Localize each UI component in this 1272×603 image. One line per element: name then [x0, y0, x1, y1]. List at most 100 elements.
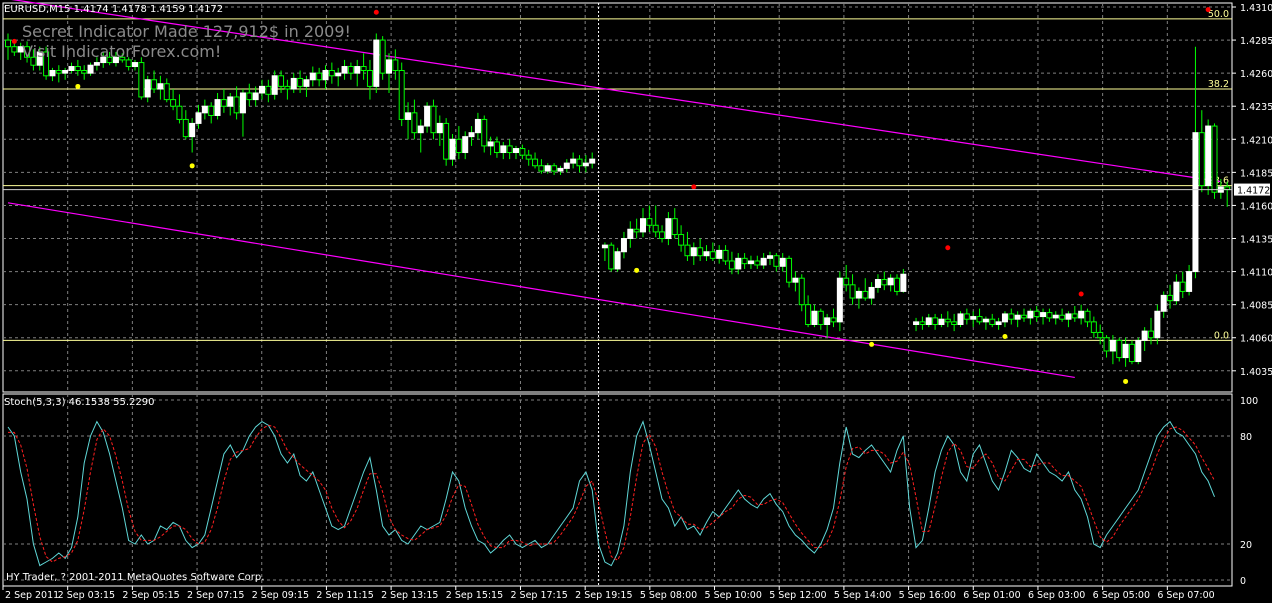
price-tick-label: 1.4035 — [1240, 367, 1272, 378]
candle-body — [671, 218, 678, 236]
time-tick-label: 6 Sep 01:00 — [963, 590, 1020, 601]
candle-body — [144, 79, 151, 98]
candle-body — [608, 244, 615, 270]
candle-body — [1040, 312, 1047, 318]
candle-body — [786, 257, 793, 283]
candle-body — [544, 165, 551, 172]
fractal-up-marker — [691, 184, 697, 190]
fractal-up-marker — [1205, 7, 1211, 13]
candle-body — [614, 251, 621, 270]
time-tick-label: 2 Sep 07:15 — [187, 590, 244, 601]
candle-body — [436, 122, 443, 134]
fractal-up-marker — [945, 245, 951, 251]
candle-body — [1173, 281, 1180, 302]
candle-body — [214, 99, 221, 116]
chart-background — [0, 0, 1272, 603]
candle-body — [170, 99, 177, 107]
candle-body — [278, 75, 285, 87]
watermark-text-1: Secret Indicator Made 127,912$ in 2009! — [22, 22, 351, 41]
current-price-label: 1.4172 — [1237, 186, 1270, 197]
candle-body — [157, 83, 164, 90]
candle-body — [900, 273, 907, 292]
candle-body — [449, 138, 456, 160]
time-tick-label: 2 Sep 19:15 — [575, 590, 632, 601]
candle-body — [513, 148, 519, 154]
candle-body — [1001, 313, 1008, 323]
candle-body — [468, 132, 475, 138]
candle-body — [455, 138, 462, 154]
candle-body — [398, 70, 405, 120]
candle-body — [316, 72, 323, 81]
candle-body — [252, 92, 259, 101]
fractal-down-marker — [1002, 333, 1008, 339]
candle-body — [741, 257, 748, 265]
time-tick-label: 2 Sep 11:15 — [316, 590, 373, 601]
time-tick-label: 5 Sep 14:00 — [834, 590, 891, 601]
candle-body — [963, 313, 970, 320]
time-tick-label: 6 Sep 07:00 — [1157, 590, 1214, 601]
candle-body — [417, 125, 424, 134]
indicator-tick-label: 80 — [1240, 432, 1252, 443]
candle-body — [347, 66, 354, 74]
candle-body — [481, 118, 488, 147]
candle-body — [1192, 132, 1199, 273]
candle-body — [633, 228, 640, 233]
candle-body — [1109, 339, 1116, 352]
price-tick-label: 1.4260 — [1240, 69, 1272, 80]
candle-body — [1021, 314, 1027, 319]
candle-body — [1135, 339, 1142, 363]
candle-body — [1122, 343, 1129, 359]
candle-body — [297, 77, 304, 87]
price-tick-label: 1.4210 — [1240, 135, 1272, 146]
candle-body — [995, 321, 1002, 325]
candle-body — [163, 83, 170, 101]
fractal-down-marker — [869, 341, 875, 347]
candle-body — [1071, 313, 1078, 319]
candle-body — [551, 165, 558, 172]
candle-body — [246, 92, 253, 101]
chart-svg[interactable]: 50.038.223.60.01.43101.42851.42601.42351… — [0, 0, 1272, 603]
candle-body — [703, 251, 710, 257]
candle-body — [290, 77, 297, 90]
candle-body — [271, 75, 278, 95]
candle-body — [487, 141, 494, 147]
fractal-down-marker — [75, 83, 81, 89]
candle-body — [5, 39, 11, 48]
candle-body — [563, 162, 570, 169]
candle-body — [747, 260, 754, 265]
candle-body — [138, 62, 145, 98]
candle-body — [817, 310, 824, 326]
candle-body — [176, 105, 183, 120]
candle-body — [93, 62, 100, 66]
candle-body — [1198, 132, 1205, 187]
candle-body — [1046, 312, 1053, 319]
candle-body — [824, 317, 831, 325]
candle-body — [919, 321, 926, 325]
candle-body — [1065, 313, 1072, 320]
price-tick-label: 1.4160 — [1240, 201, 1272, 212]
candle-body — [1205, 125, 1212, 187]
candle-body — [887, 277, 894, 286]
candle-body — [697, 247, 704, 257]
candle-body — [265, 85, 272, 95]
candle-body — [201, 105, 208, 114]
candle-body — [913, 321, 920, 325]
candle-body — [373, 39, 380, 87]
candle-body — [430, 105, 437, 134]
stochastic-info: Stoch(5,3,3) 46.1538 55.2290 — [4, 397, 155, 408]
candle-body — [874, 279, 881, 288]
candle-body — [151, 79, 158, 90]
indicator-tick-label: 0 — [1240, 576, 1246, 587]
candle-body — [1090, 321, 1097, 333]
candle-body — [354, 66, 361, 74]
price-tick-label: 1.4110 — [1240, 268, 1272, 279]
candle-body — [220, 99, 227, 107]
candle-body — [208, 105, 215, 116]
candle-body — [767, 255, 773, 259]
candle-body — [68, 66, 75, 71]
candle-body — [62, 70, 69, 74]
candle-body — [589, 158, 596, 164]
candle-body — [474, 118, 481, 134]
candle-body — [1179, 281, 1186, 292]
candle-body — [855, 290, 862, 299]
